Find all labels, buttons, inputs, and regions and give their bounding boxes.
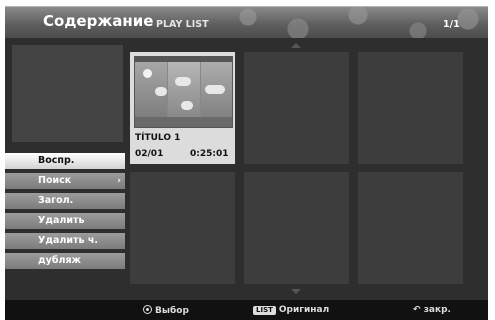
empty-slot[interactable] — [358, 172, 463, 284]
title-name: TÍTULO 1 — [135, 133, 181, 143]
title-duration: 0:25:01 — [190, 149, 229, 159]
menu-item-title[interactable]: Загол. — [5, 193, 125, 209]
scroll-up-icon[interactable] — [291, 43, 301, 48]
scroll-down-icon[interactable] — [291, 289, 301, 294]
empty-slot[interactable] — [244, 52, 349, 164]
hint-list: LIST Оригинал — [253, 305, 329, 315]
menu-item-label: дубляж — [38, 255, 82, 266]
footer-hints: Выбор LIST Оригинал ↶ закр. — [5, 300, 488, 320]
preview-window — [12, 45, 123, 142]
title-grid: TÍTULO 1 02/01 0:25:01 — [130, 52, 477, 288]
chevron-right-icon: › — [117, 176, 121, 186]
empty-slot[interactable] — [358, 52, 463, 164]
page-indicator: 1/1 — [443, 19, 460, 30]
menu-item-label: Удалить ч. — [38, 235, 98, 246]
menu-item-label: Удалить — [38, 215, 85, 226]
hint-close-label: закр. — [423, 305, 451, 315]
menu-item-label: Воспр. — [38, 155, 75, 166]
menu-item-delete-part[interactable]: Удалить ч. — [5, 233, 125, 249]
menu-item-label: Загол. — [38, 195, 74, 206]
title-thumbnail — [134, 56, 233, 128]
menu-item-play[interactable]: Воспр. — [5, 153, 125, 169]
page-title: Содержание — [43, 12, 154, 30]
hint-select: Выбор — [143, 305, 189, 316]
hint-select-label: Выбор — [155, 306, 189, 316]
menu-item-search[interactable]: Поиск › — [5, 173, 125, 189]
menu-item-label: Поиск — [38, 175, 72, 186]
menu-item-delete[interactable]: Удалить — [5, 213, 125, 229]
options-menu: Воспр. Поиск › Загол. Удалить Удалить ч. … — [5, 153, 125, 273]
hint-close: ↶ закр. — [413, 305, 451, 315]
playlist-screen: Содержание PLAY LIST 1/1 Воспр. Поиск › З… — [0, 0, 495, 320]
page-subtitle: PLAY LIST — [156, 19, 209, 30]
empty-slot[interactable] — [244, 172, 349, 284]
return-icon: ↶ — [413, 305, 424, 315]
menu-item-dub[interactable]: дубляж — [5, 253, 125, 269]
ok-icon — [143, 305, 152, 314]
list-key-icon: LIST — [253, 306, 276, 315]
header-bar: Содержание PLAY LIST 1/1 — [5, 6, 488, 39]
title-date: 02/01 — [135, 149, 164, 159]
title-card[interactable]: TÍTULO 1 02/01 0:25:01 — [130, 52, 235, 164]
hint-list-label: Оригинал — [278, 305, 330, 315]
empty-slot[interactable] — [130, 172, 235, 284]
